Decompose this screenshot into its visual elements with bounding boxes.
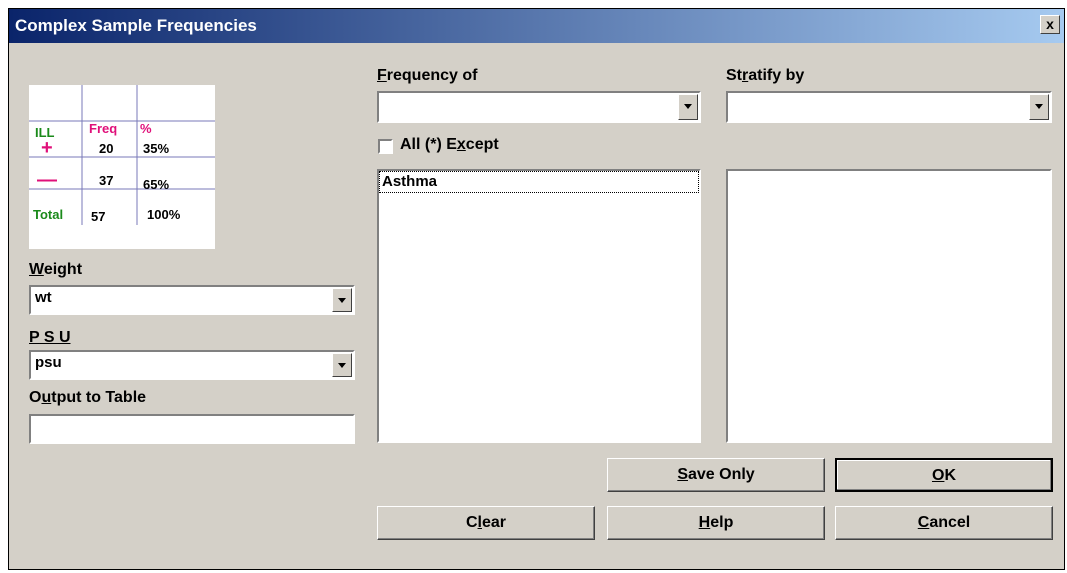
weight-label: Weight	[29, 261, 83, 278]
legend-plus-sign: +	[41, 137, 53, 159]
stratify-by-combo[interactable]	[726, 91, 1052, 123]
stratify-by-label: Stratify by	[726, 67, 805, 84]
dialog-window: Complex Sample Frequencies x ILL Freq % …	[8, 8, 1065, 570]
frequency-illustration: ILL Freq % + 20 35% — 37 65% Total 57 10…	[29, 85, 215, 249]
psu-value: psu	[35, 354, 62, 371]
frequency-of-label: Frequency of	[377, 67, 478, 84]
stratify-by-listbox[interactable]	[726, 169, 1052, 443]
weight-combo[interactable]: wt	[29, 285, 355, 315]
list-item[interactable]: Asthma	[379, 171, 699, 193]
window-title: Complex Sample Frequencies	[15, 16, 257, 35]
legend-freq-plus: 20	[99, 141, 114, 156]
cancel-button[interactable]: Cancel	[835, 506, 1053, 540]
legend-pct-total: 100%	[147, 207, 181, 222]
ok-button[interactable]: OK	[835, 458, 1053, 492]
frequency-of-combo[interactable]	[377, 91, 701, 123]
clear-button[interactable]: Clear	[377, 506, 595, 540]
all-except-label[interactable]: All (*) Except	[400, 136, 499, 154]
output-table-label: Output to Table	[29, 389, 147, 406]
psu-label: P S U	[29, 329, 71, 346]
legend-minus-sign: —	[37, 169, 57, 191]
legend-header-pct: %	[140, 121, 152, 136]
close-icon: x	[1046, 16, 1054, 32]
frequency-of-listbox[interactable]: Asthma	[377, 169, 701, 443]
close-button[interactable]: x	[1040, 15, 1060, 34]
help-button[interactable]: Help	[607, 506, 825, 540]
chevron-down-icon[interactable]	[678, 94, 698, 120]
output-table-input[interactable]	[29, 414, 355, 444]
legend-freq-total: 57	[91, 209, 106, 224]
legend-pct-minus: 65%	[143, 177, 170, 192]
chevron-down-icon[interactable]	[1029, 94, 1049, 120]
chevron-down-icon[interactable]	[332, 353, 352, 377]
legend-freq-minus: 37	[99, 173, 114, 188]
all-except-checkbox[interactable]	[378, 139, 393, 154]
title-bar[interactable]: Complex Sample Frequencies x	[9, 9, 1064, 43]
legend-total-label: Total	[33, 207, 64, 222]
illustration-grid-lines	[29, 85, 215, 225]
legend-header-freq: Freq	[89, 121, 118, 136]
legend-pct-plus: 35%	[143, 141, 170, 156]
weight-value: wt	[35, 289, 52, 306]
psu-combo[interactable]: psu	[29, 350, 355, 380]
save-only-button[interactable]: Save Only	[607, 458, 825, 492]
chevron-down-icon[interactable]	[332, 288, 352, 312]
